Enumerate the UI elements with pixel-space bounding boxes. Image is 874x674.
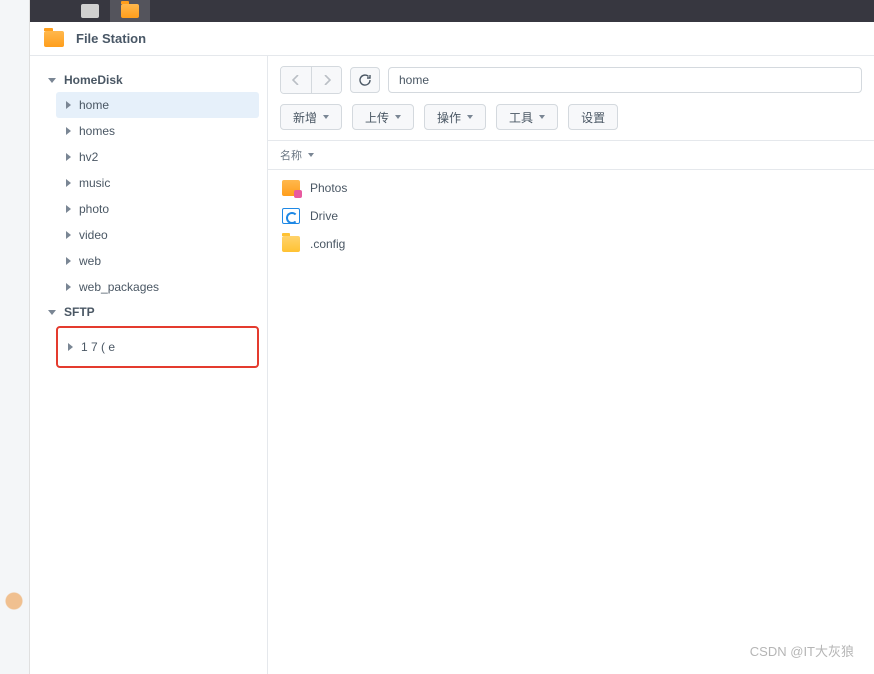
tree-node-home[interactable]: home: [56, 92, 259, 118]
file-name: .config: [310, 237, 345, 251]
tree-node-music[interactable]: music: [56, 170, 259, 196]
path-input[interactable]: [388, 67, 862, 93]
toolbar: 新增 上传 操作 工具 设置: [268, 100, 874, 140]
app-icon: [44, 31, 64, 47]
chevron-down-icon: [48, 78, 56, 83]
tree-node-photo[interactable]: photo: [56, 196, 259, 222]
chevron-right-icon: [66, 283, 71, 291]
main-panel: 新增 上传 操作 工具 设置 名称 Photos Drive: [268, 56, 874, 674]
nav-back-button[interactable]: [281, 67, 311, 93]
filestation-window: File Station HomeDisk home homes hv2 mus…: [30, 22, 874, 674]
file-row-photos[interactable]: Photos: [268, 174, 874, 202]
file-name: Photos: [310, 181, 347, 195]
refresh-icon: [358, 73, 372, 87]
taskbar: [30, 0, 874, 22]
photos-folder-icon: [282, 180, 300, 196]
sftp-highlight-box: 1 7 ( e: [56, 326, 259, 368]
create-button[interactable]: 新增: [280, 104, 342, 130]
file-row-drive[interactable]: Drive: [268, 202, 874, 230]
chevron-right-icon: [323, 75, 331, 85]
dropdown-icon: [539, 115, 545, 119]
refresh-button[interactable]: [350, 67, 380, 93]
chevron-right-icon: [66, 101, 71, 109]
chevron-right-icon: [66, 257, 71, 265]
tree-node-video[interactable]: video: [56, 222, 259, 248]
file-row-config[interactable]: .config: [268, 230, 874, 258]
folder-icon: [282, 236, 300, 252]
settings-button[interactable]: 设置: [568, 104, 618, 130]
chevron-right-icon: [66, 205, 71, 213]
chevron-right-icon: [66, 231, 71, 239]
tree-node-web-packages[interactable]: web_packages: [56, 274, 259, 300]
avatar: [2, 589, 26, 639]
chevron-down-icon: [48, 310, 56, 315]
titlebar: File Station: [30, 22, 874, 56]
dropdown-icon: [395, 115, 401, 119]
chevron-right-icon: [68, 343, 73, 351]
upload-button[interactable]: 上传: [352, 104, 414, 130]
dropdown-icon: [467, 115, 473, 119]
tree-node-homes[interactable]: homes: [56, 118, 259, 144]
tools-button[interactable]: 工具: [496, 104, 558, 130]
nav-row: [268, 56, 874, 100]
dropdown-icon: [323, 115, 329, 119]
tree-root-homedisk[interactable]: HomeDisk home homes hv2 music photo vide…: [42, 68, 259, 300]
nav-forward-button[interactable]: [311, 67, 341, 93]
chevron-right-icon: [66, 153, 71, 161]
chevron-left-icon: [292, 75, 300, 85]
action-button[interactable]: 操作: [424, 104, 486, 130]
folder-icon: [121, 4, 139, 18]
taskbar-app-panel[interactable]: [70, 0, 110, 22]
sort-icon: [308, 153, 314, 157]
drive-icon: [282, 208, 300, 224]
panel-icon: [81, 4, 99, 18]
file-list: Photos Drive .config: [268, 170, 874, 262]
tree-node-hv2[interactable]: hv2: [56, 144, 259, 170]
window-title: File Station: [76, 31, 146, 46]
desktop-gutter: [0, 0, 30, 674]
taskbar-app-filestation[interactable]: [110, 0, 150, 22]
chevron-right-icon: [66, 127, 71, 135]
tree-node-web[interactable]: web: [56, 248, 259, 274]
file-name: Drive: [310, 209, 338, 223]
column-header-name[interactable]: 名称: [268, 140, 874, 170]
nav-back-forward: [280, 66, 342, 94]
tree-root-sftp[interactable]: SFTP 1 7 ( e: [42, 300, 259, 368]
tree-node-sftp-server[interactable]: 1 7 ( e: [58, 334, 257, 360]
sidebar: HomeDisk home homes hv2 music photo vide…: [30, 56, 268, 674]
chevron-right-icon: [66, 179, 71, 187]
